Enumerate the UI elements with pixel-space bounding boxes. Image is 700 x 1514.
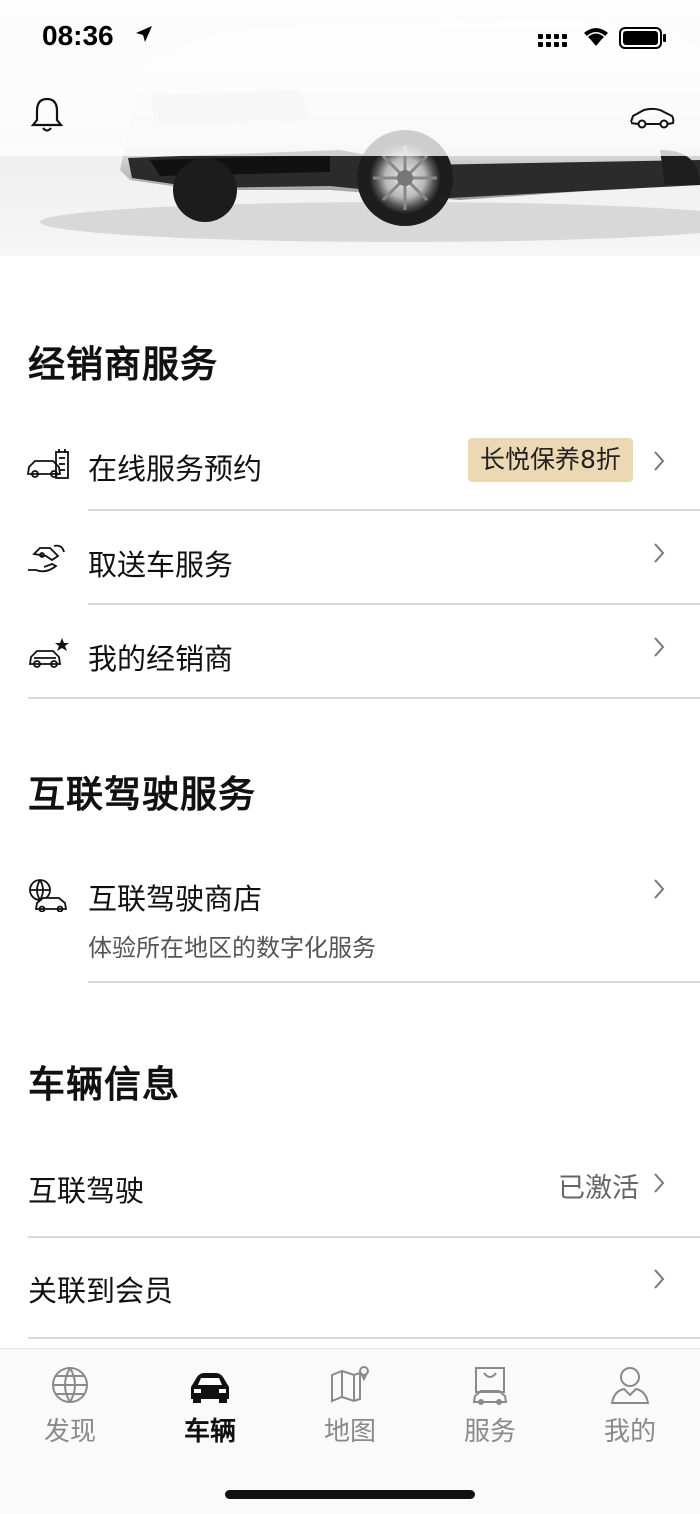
divider xyxy=(88,603,700,605)
list-item-pickup-delivery[interactable]: 取送车服务 xyxy=(0,512,700,604)
signal-icon xyxy=(538,34,567,47)
row-label: 在线服务预约 xyxy=(88,452,263,486)
row-label: 互联驾驶 xyxy=(28,1174,145,1208)
divider xyxy=(28,1337,700,1339)
section-title-dealer-services: 经销商服务 xyxy=(28,343,218,386)
list-item-connected-drive[interactable]: 互联驾驶 已激活 xyxy=(0,1140,700,1236)
tab-label: 我的 xyxy=(603,1417,656,1447)
tab-vehicle[interactable]: 车辆 xyxy=(160,1363,260,1453)
tab-label: 车辆 xyxy=(183,1417,236,1447)
chevron-right-icon xyxy=(654,1269,665,1289)
divider xyxy=(88,509,700,511)
notification-bell-icon[interactable] xyxy=(30,96,64,134)
list-item-link-member[interactable]: 关联到会员 xyxy=(0,1238,700,1338)
chevron-right-icon xyxy=(654,451,665,471)
section-title-vehicle-info: 车辆信息 xyxy=(28,1063,180,1106)
promo-badge: 长悦保养8折 xyxy=(468,438,633,482)
tab-label: 发现 xyxy=(43,1417,96,1447)
status-bar: 08:36 xyxy=(0,0,700,78)
tab-label: 地图 xyxy=(323,1417,376,1447)
map-icon xyxy=(331,1366,369,1403)
section-title-connected-services: 互联驾驶服务 xyxy=(28,773,256,816)
row-label: 关联到会员 xyxy=(28,1274,174,1308)
chevron-right-icon xyxy=(654,879,665,899)
chevron-right-icon xyxy=(654,1173,665,1193)
car-icon xyxy=(191,1373,229,1403)
globe-icon xyxy=(52,1367,88,1403)
tab-profile[interactable]: 我的 xyxy=(580,1363,680,1453)
row-label: 互联驾驶商店 xyxy=(88,882,263,916)
tab-map[interactable]: 地图 xyxy=(300,1363,400,1453)
list-item-connected-store[interactable]: 互联驾驶商店 体验所在地区的数字化服务 xyxy=(0,856,700,982)
tab-label: 服务 xyxy=(463,1417,516,1447)
row-label: 取送车服务 xyxy=(88,548,234,582)
car-outline-icon[interactable] xyxy=(628,104,676,130)
profile-icon xyxy=(610,1367,650,1404)
divider xyxy=(28,697,700,699)
row-label: 我的经销商 xyxy=(88,642,234,676)
wifi-icon xyxy=(584,28,608,46)
status-value: 已激活 xyxy=(558,1173,639,1204)
service-bag-icon xyxy=(472,1367,508,1405)
list-item-my-dealer[interactable]: 我的经销商 xyxy=(0,606,700,698)
chevron-right-icon xyxy=(654,543,665,563)
list-item-online-service-booking[interactable]: 在线服务预约 长悦保养8折 xyxy=(0,420,700,510)
divider xyxy=(88,981,700,983)
my-dealer-icon xyxy=(28,638,69,668)
location-arrow-icon xyxy=(136,26,152,42)
home-indicator xyxy=(225,1490,475,1499)
service-booking-icon xyxy=(26,449,69,479)
tab-services[interactable]: 服务 xyxy=(440,1363,540,1453)
connected-store-icon xyxy=(29,879,68,912)
chevron-right-icon xyxy=(654,637,665,657)
row-subtitle: 体验所在地区的数字化服务 xyxy=(88,934,376,962)
pickup-delivery-icon xyxy=(28,544,65,573)
battery-icon xyxy=(619,27,666,49)
status-time: 08:36 xyxy=(42,20,114,51)
tab-discover[interactable]: 发现 xyxy=(20,1363,120,1453)
